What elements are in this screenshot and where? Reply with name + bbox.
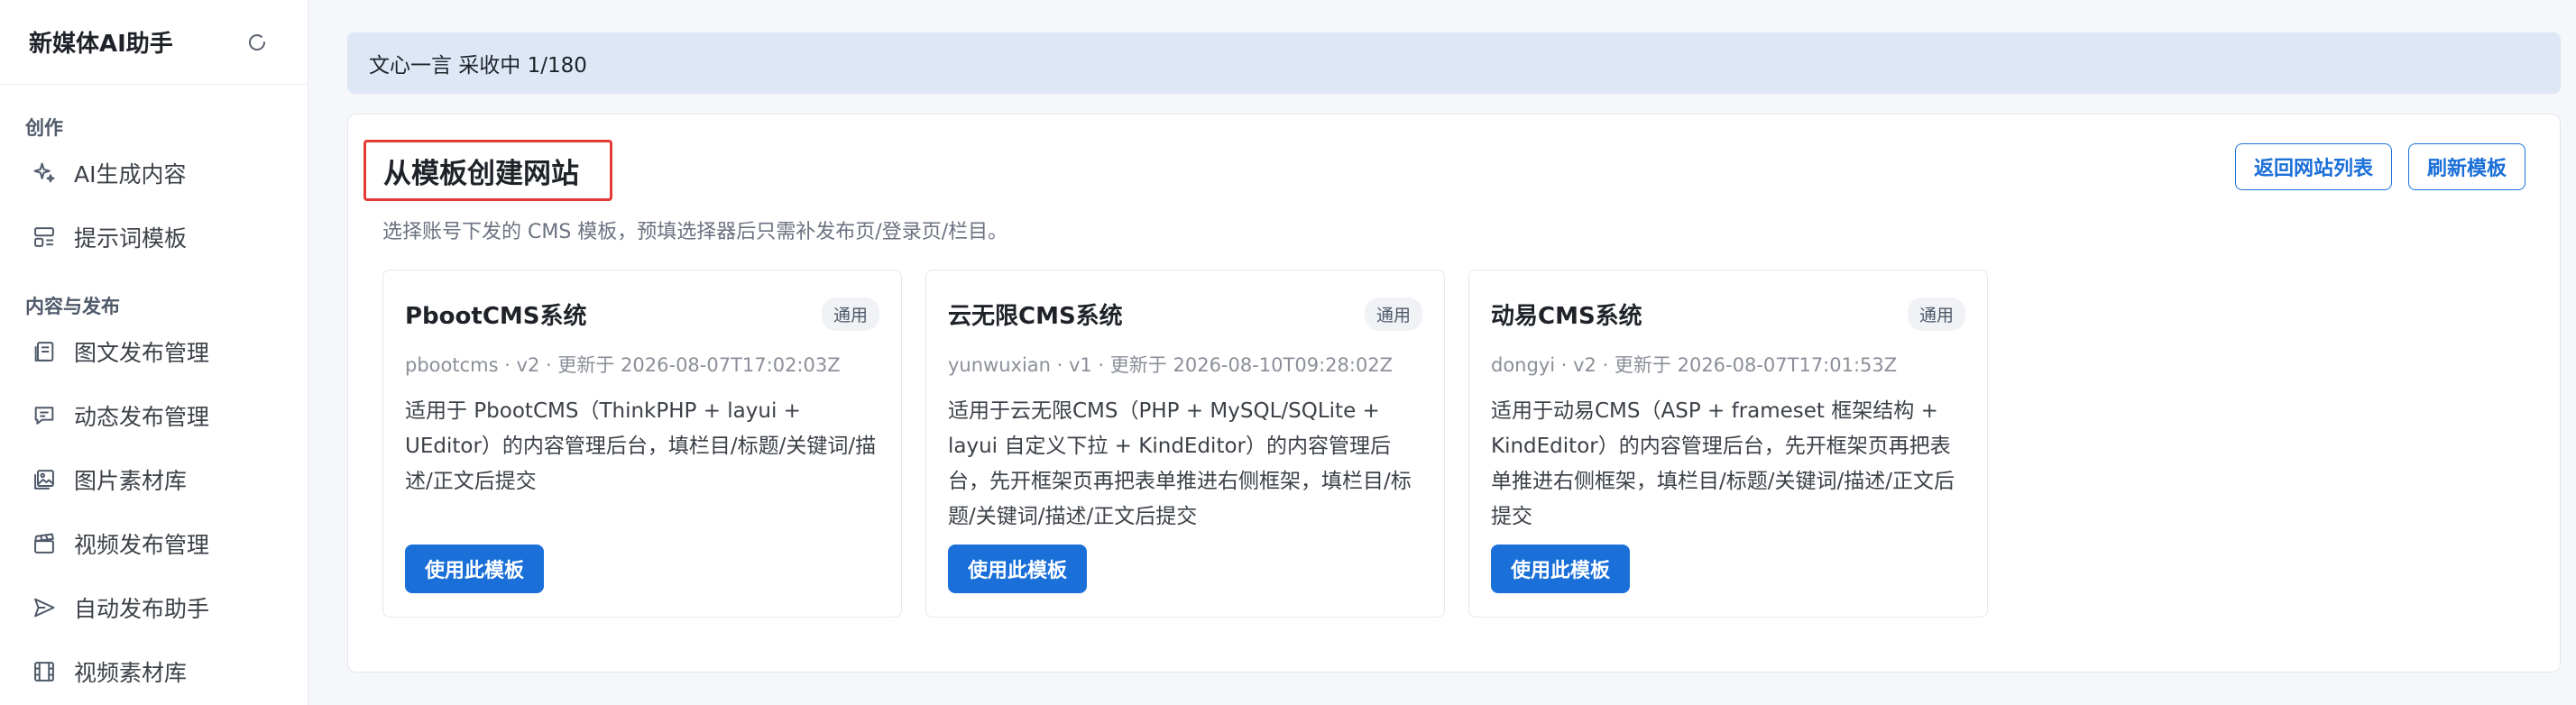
sidebar-item-video-library[interactable]: 视频素材库 xyxy=(0,639,308,703)
card-description: 适用于动易CMS（ASP + frameset 框架结构 + KindEdito… xyxy=(1491,399,1955,528)
template-panel: 从模板创建网站 返回网站列表 刷新模板 选择账号下发的 CMS 模板，预填选择器… xyxy=(347,114,2561,673)
template-icon xyxy=(31,224,58,251)
sidebar-section-publish: 内容与发布 xyxy=(25,296,120,317)
sidebar-item-dynamic-publish[interactable]: 动态发布管理 xyxy=(0,383,308,447)
template-card-list: PbootCMS系统 通用 pbootcms · v2 · 更新于 2026-0… xyxy=(382,270,1988,618)
sidebar-item-image-library[interactable]: 图片素材库 xyxy=(0,447,308,511)
template-card: 动易CMS系统 通用 dongyi · v2 · 更新于 2026-08-07T… xyxy=(1468,270,1988,618)
message-icon xyxy=(31,402,58,429)
use-template-button[interactable]: 使用此模板 xyxy=(948,545,1088,593)
app-title: 新媒体AI助手 xyxy=(29,31,173,58)
card-meta: dongyi · v2 · 更新于 2026-08-07T17:01:53Z xyxy=(1491,354,1898,376)
status-bar: 文心一言 采收中 1/180 xyxy=(347,32,2561,94)
use-template-button[interactable]: 使用此模板 xyxy=(405,545,545,593)
sidebar-item-video-publish[interactable]: 视频发布管理 xyxy=(0,511,308,575)
panel-title-highlight: 从模板创建网站 xyxy=(363,140,612,201)
card-meta: pbootcms · v2 · 更新于 2026-08-07T17:02:03Z xyxy=(405,354,841,376)
card-title: 云无限CMS系统 xyxy=(948,303,1123,330)
panel-actions: 返回网站列表 刷新模板 xyxy=(2234,143,2525,190)
sidebar-item-label: 视频素材库 xyxy=(74,659,188,686)
sidebar-section-create: 创作 xyxy=(25,117,63,139)
template-card: 云无限CMS系统 通用 yunwuxian · v1 · 更新于 2026-08… xyxy=(925,270,1445,618)
panel-subtitle: 选择账号下发的 CMS 模板，预填选择器后只需补发布页/登录页/栏目。 xyxy=(382,221,1008,243)
use-template-button[interactable]: 使用此模板 xyxy=(1491,545,1631,593)
card-title: 动易CMS系统 xyxy=(1491,303,1642,330)
sidebar-item-article-publish[interactable]: 图文发布管理 xyxy=(0,319,308,383)
send-icon xyxy=(31,594,58,621)
sidebar-item-ai-content[interactable]: AI生成内容 xyxy=(0,141,308,205)
sidebar-item-prompt-templates[interactable]: 提示词模板 xyxy=(0,205,308,269)
back-to-site-list-button[interactable]: 返回网站列表 xyxy=(2234,143,2392,190)
app-root: 新媒体AI助手 创作 AI生成内容 提示词模板 内容与发布 图文发布管理 动态发… xyxy=(0,0,2576,705)
card-meta: yunwuxian · v1 · 更新于 2026-08-10T09:28:02… xyxy=(948,354,1394,376)
sidebar-item-auto-publish[interactable]: 自动发布助手 xyxy=(0,575,308,639)
sidebar-item-label: 视频发布管理 xyxy=(74,531,210,558)
card-title: PbootCMS系统 xyxy=(405,303,587,330)
sidebar-item-label: 图片素材库 xyxy=(74,467,188,494)
sidebar-item-label: 自动发布助手 xyxy=(74,595,210,622)
card-header: 云无限CMS系统 通用 xyxy=(948,298,1422,331)
sidebar-item-label: 动态发布管理 xyxy=(74,403,210,430)
sidebar: 新媒体AI助手 创作 AI生成内容 提示词模板 内容与发布 图文发布管理 动态发… xyxy=(0,0,308,705)
sparkle-icon xyxy=(31,160,58,187)
clapper-icon xyxy=(31,530,58,557)
status-text: 文心一言 采收中 1/180 xyxy=(369,54,587,78)
page-title: 从模板创建网站 xyxy=(383,157,579,190)
image-icon xyxy=(31,466,58,493)
film-icon xyxy=(31,658,58,685)
refresh-templates-button[interactable]: 刷新模板 xyxy=(2407,143,2525,190)
article-icon xyxy=(31,338,58,365)
template-card: PbootCMS系统 通用 pbootcms · v2 · 更新于 2026-0… xyxy=(382,270,902,618)
card-description: 适用于 PbootCMS（ThinkPHP + layui + UEditor）… xyxy=(405,399,877,493)
card-description: 适用于云无限CMS（PHP + MySQL/SQLite + layui 自定义… xyxy=(948,399,1412,528)
card-header: PbootCMS系统 通用 xyxy=(405,298,879,331)
sidebar-item-label: AI生成内容 xyxy=(74,160,187,188)
sidebar-header: 新媒体AI助手 xyxy=(0,0,308,85)
card-header: 动易CMS系统 通用 xyxy=(1491,298,1965,331)
sidebar-item-label: 提示词模板 xyxy=(74,224,188,252)
card-tag-badge: 通用 xyxy=(1364,298,1422,331)
main-content: 文心一言 采收中 1/180 从模板创建网站 返回网站列表 刷新模板 选择账号下… xyxy=(308,0,2576,705)
card-tag-badge: 通用 xyxy=(1907,298,1965,331)
card-tag-badge: 通用 xyxy=(821,298,879,331)
refresh-icon[interactable] xyxy=(244,30,270,55)
sidebar-item-label: 图文发布管理 xyxy=(74,339,210,366)
